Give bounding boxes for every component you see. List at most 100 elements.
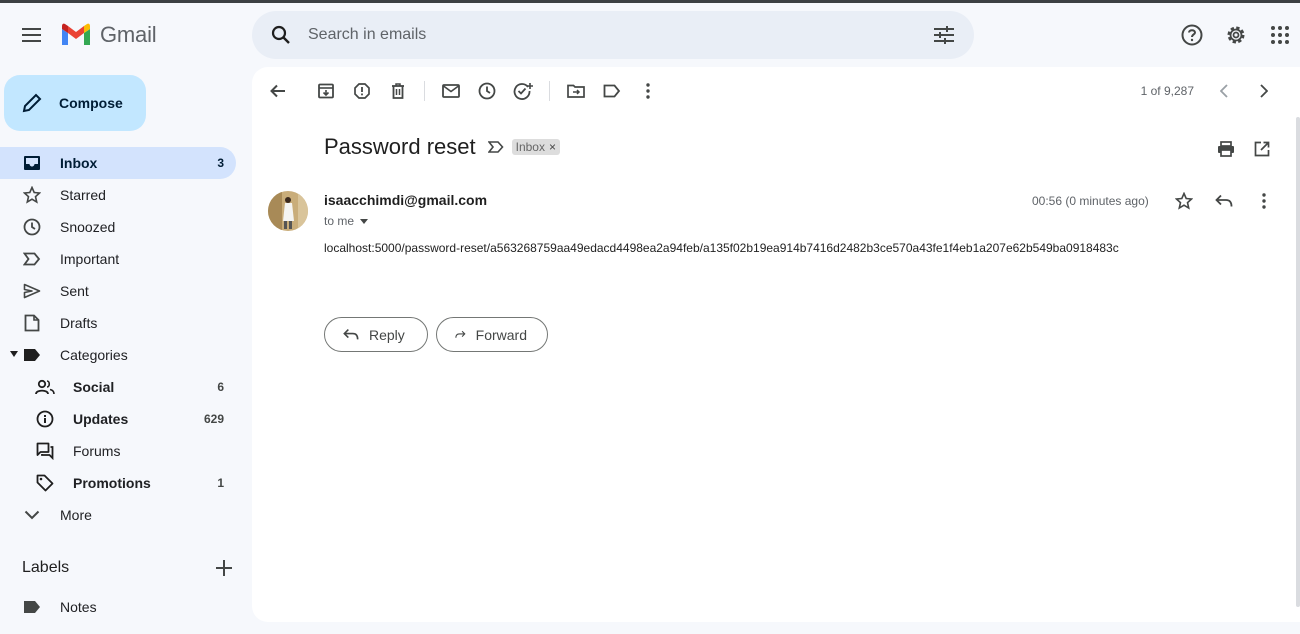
sidebar-item-updates[interactable]: Updates 629 <box>0 403 236 435</box>
sidebar-item-drafts[interactable]: Drafts <box>0 307 236 339</box>
sidebar-label-notes[interactable]: Notes <box>0 591 236 623</box>
folder-move-icon <box>567 84 585 98</box>
tag-icon <box>35 473 55 493</box>
scrollbar[interactable] <box>1296 117 1300 607</box>
forward-label: Forward <box>475 326 527 343</box>
sidebar-item-label: Starred <box>60 187 106 203</box>
recipients[interactable]: to me <box>324 214 369 228</box>
move-to-button[interactable] <box>558 75 594 107</box>
arrow-back-icon <box>270 84 285 98</box>
sidebar-item-categories[interactable]: Categories <box>0 339 236 371</box>
sender-email[interactable]: isaacchimdi@gmail.com <box>324 192 487 208</box>
sidebar-item-label: Inbox <box>60 155 98 171</box>
gmail-m-icon <box>62 23 90 45</box>
sidebar-item-snoozed[interactable]: Snoozed <box>0 211 236 243</box>
main-menu-button[interactable] <box>12 15 52 55</box>
mark-unread-button[interactable] <box>433 75 469 107</box>
star-icon <box>1175 192 1193 210</box>
inbox-icon <box>22 153 42 173</box>
window-top-border <box>0 0 1300 3</box>
compose-label: Compose <box>59 95 123 111</box>
add-to-tasks-button[interactable] <box>505 75 541 107</box>
inbox-label-chip: Inbox × <box>511 139 560 155</box>
toolbar-divider <box>424 81 425 101</box>
print-all-button[interactable] <box>1214 137 1238 161</box>
sidebar-item-promotions[interactable]: Promotions 1 <box>0 467 236 499</box>
snooze-button[interactable] <box>469 75 505 107</box>
star-button[interactable] <box>1172 189 1196 213</box>
reply-icon <box>343 329 359 340</box>
sidebar-item-social[interactable]: Social 6 <box>0 371 236 403</box>
sidebar-item-more[interactable]: More <box>0 499 236 531</box>
plus-icon <box>216 560 232 576</box>
apps-grid-icon <box>1271 26 1289 44</box>
search-options-button[interactable] <box>924 15 964 55</box>
archive-button[interactable] <box>308 75 344 107</box>
trash-icon <box>392 83 404 99</box>
people-icon <box>35 377 55 397</box>
caret-down-icon[interactable] <box>360 218 369 224</box>
sidebar-item-label: Social <box>73 379 115 395</box>
reply-icon-button[interactable] <box>1212 189 1236 213</box>
compose-button[interactable]: Compose <box>4 75 146 131</box>
important-marker-button[interactable] <box>487 141 504 153</box>
back-button[interactable] <box>260 75 296 107</box>
newer-button[interactable] <box>1208 77 1240 105</box>
email-body[interactable]: localhost:5000/password-reset/a563268759… <box>324 241 1119 255</box>
important-icon <box>22 249 42 269</box>
sidebar-item-label: Promotions <box>73 475 151 491</box>
labels-button[interactable] <box>594 75 630 107</box>
chip-label: Inbox <box>515 140 545 154</box>
sidebar-item-sent[interactable]: Sent <box>0 275 236 307</box>
unread-count: 6 <box>217 380 224 394</box>
sidebar-item-label: Forums <box>73 443 121 459</box>
caret-down-icon[interactable] <box>10 351 18 357</box>
sidebar-item-forums[interactable]: Forums <box>0 435 236 467</box>
info-icon <box>35 409 55 429</box>
clock-icon <box>22 217 42 237</box>
more-options-button[interactable] <box>630 75 666 107</box>
help-icon <box>1181 24 1203 46</box>
reply-label: Reply <box>369 326 405 343</box>
tune-icon <box>934 26 954 44</box>
search-button[interactable] <box>257 11 305 59</box>
labels-section-header: Labels <box>22 556 236 580</box>
message-more-button[interactable] <box>1252 189 1276 213</box>
sidebar-item-important[interactable]: Important <box>0 243 236 275</box>
forum-icon <box>35 441 55 461</box>
search-bar[interactable] <box>252 11 974 59</box>
reply-button[interactable]: Reply <box>324 317 428 352</box>
older-button[interactable] <box>1248 77 1280 105</box>
recipients-text: to me <box>324 214 355 228</box>
support-button[interactable] <box>1172 15 1212 55</box>
sidebar-item-inbox[interactable]: Inbox 3 <box>0 147 236 179</box>
send-icon <box>22 281 42 301</box>
report-spam-button[interactable] <box>344 75 380 107</box>
remove-label-button[interactable]: × <box>549 140 556 154</box>
more-vert-icon <box>1262 193 1266 209</box>
sidebar-item-label: Snoozed <box>60 219 116 235</box>
unread-count: 1 <box>217 476 224 490</box>
sender-avatar[interactable] <box>268 191 308 231</box>
open-in-new-icon <box>1254 141 1270 157</box>
reply-icon <box>1215 194 1233 207</box>
sidebar-item-label: Drafts <box>60 315 98 331</box>
apps-button[interactable] <box>1260 15 1300 55</box>
settings-button[interactable] <box>1216 15 1256 55</box>
sidebar-item-label: Notes <box>60 599 97 615</box>
unread-count: 3 <box>217 156 224 170</box>
label-icon <box>22 345 42 365</box>
forward-button[interactable]: Forward <box>436 317 548 352</box>
draft-icon <box>22 313 42 333</box>
pencil-icon <box>22 93 42 113</box>
search-input[interactable] <box>308 26 924 44</box>
create-label-button[interactable] <box>212 556 236 580</box>
chevron-down-icon <box>22 505 42 525</box>
delete-button[interactable] <box>380 75 416 107</box>
open-new-window-button[interactable] <box>1250 137 1274 161</box>
gear-icon <box>1227 26 1245 44</box>
sidebar-item-starred[interactable]: Starred <box>0 179 236 211</box>
hamburger-icon <box>22 28 41 42</box>
important-icon <box>487 141 504 153</box>
gmail-logo[interactable]: Gmail <box>60 22 157 48</box>
